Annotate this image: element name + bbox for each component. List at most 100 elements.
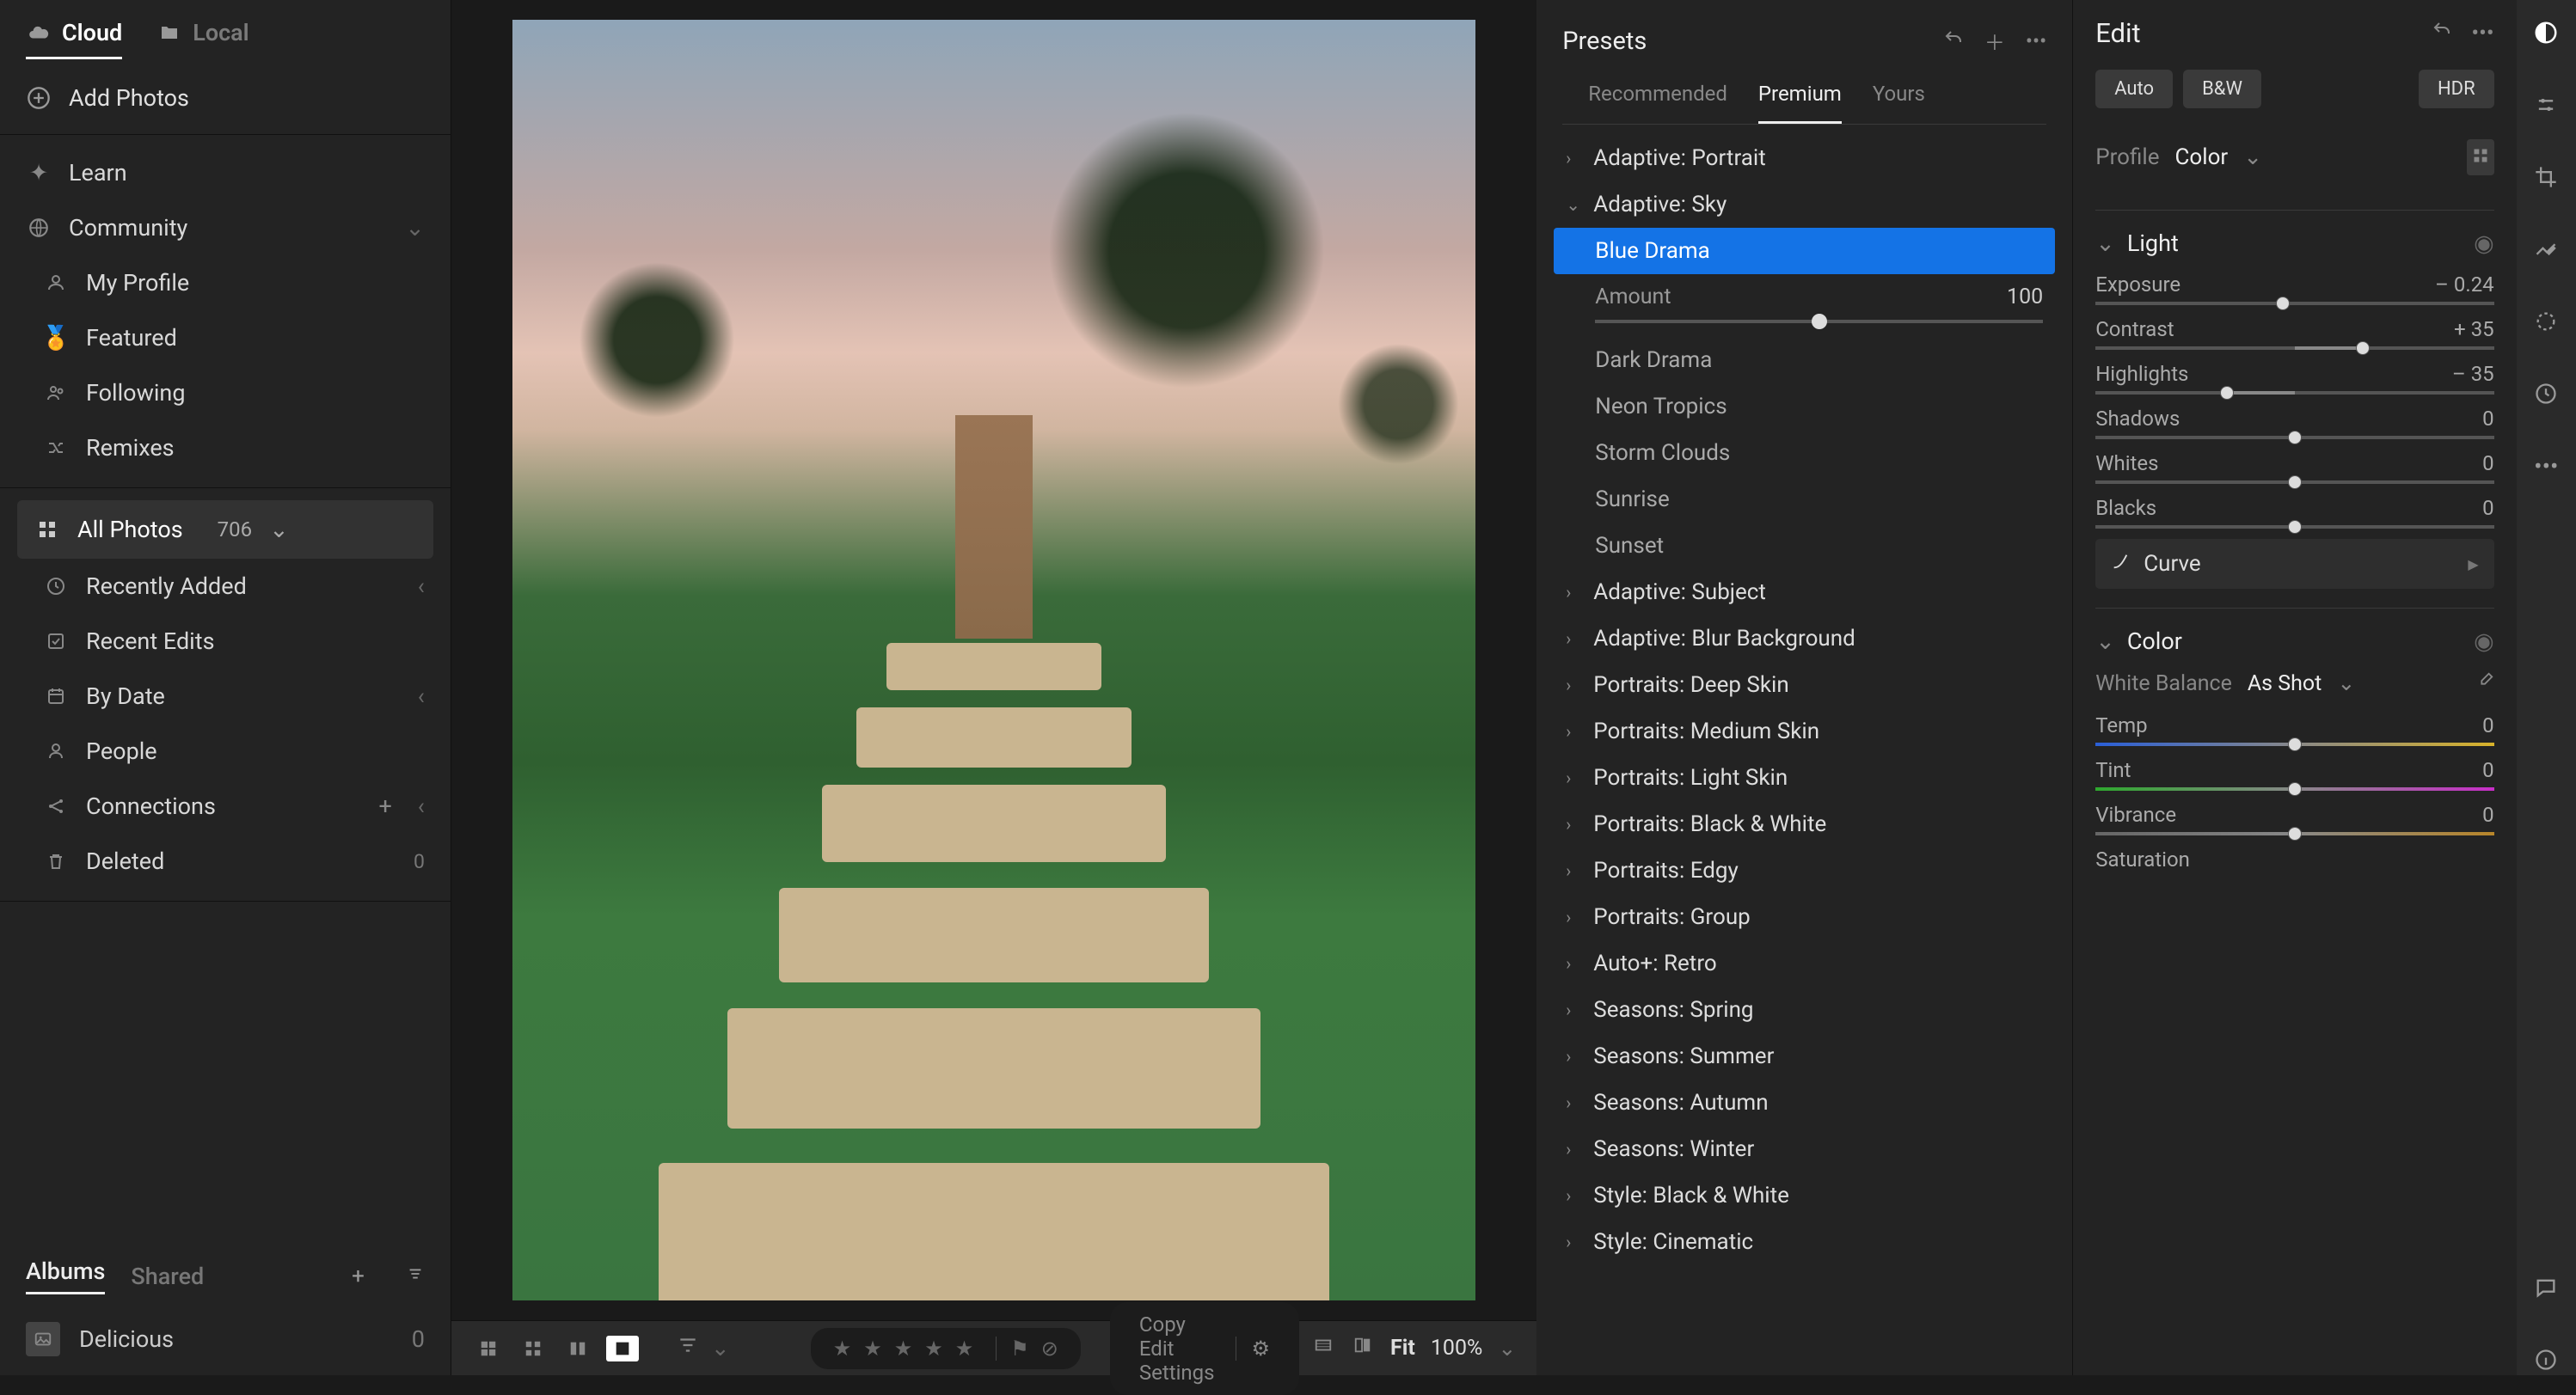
zoom-fit-label[interactable]: Fit <box>1390 1336 1415 1361</box>
white-balance-row[interactable]: White Balance As Shot ⌄ <box>2095 670 2493 696</box>
preset-group[interactable]: ⌄Adaptive: Sky <box>1554 181 2055 228</box>
nav-all-photos[interactable]: All Photos 706 ⌄ <box>17 500 433 559</box>
preset-group[interactable]: ›Style: Cinematic <box>1554 1219 2055 1265</box>
plus-icon[interactable]: ＋ <box>1984 26 2005 56</box>
nav-following[interactable]: Following <box>0 365 451 420</box>
view-square-icon[interactable] <box>517 1336 549 1361</box>
nav-deleted[interactable]: Deleted 0 <box>0 834 451 889</box>
preset-group[interactable]: ›Portraits: Deep Skin <box>1554 662 2055 708</box>
preset-group[interactable]: ›Seasons: Autumn <box>1554 1080 2055 1126</box>
profile-row[interactable]: Profile Color ⌄ <box>2095 139 2493 175</box>
add-album-icon[interactable]: + <box>352 1263 365 1289</box>
comment-icon[interactable] <box>2530 1272 2561 1303</box>
whites-slider[interactable] <box>2095 480 2493 484</box>
tab-shared[interactable]: Shared <box>131 1263 204 1290</box>
preset-group[interactable]: ›Portraits: Medium Skin <box>1554 708 2055 755</box>
nav-community[interactable]: Community ⌄ <box>0 200 451 255</box>
photo-canvas[interactable] <box>451 0 1536 1320</box>
undo-icon[interactable] <box>1943 28 1964 54</box>
preset-group[interactable]: ›Portraits: Group <box>1554 894 2055 940</box>
nav-featured[interactable]: 🏅 Featured <box>0 310 451 365</box>
preset-item[interactable]: Sunset <box>1554 523 2055 569</box>
temp-slider[interactable] <box>2095 743 2493 746</box>
color-header[interactable]: ⌄ Color ◉ <box>2095 627 2493 655</box>
star-icon[interactable]: ★ <box>833 1337 852 1361</box>
preset-group[interactable]: ›Seasons: Spring <box>1554 987 2055 1033</box>
nav-my-profile[interactable]: My Profile <box>0 255 451 310</box>
preset-group[interactable]: ›Seasons: Summer <box>1554 1033 2055 1080</box>
preset-group[interactable]: ›Adaptive: Portrait <box>1554 135 2055 181</box>
more-icon[interactable]: ••• <box>2530 450 2561 481</box>
preset-group[interactable]: ›Adaptive: Blur Background <box>1554 615 2055 662</box>
eyedropper-icon[interactable] <box>2475 671 2494 696</box>
star-icon[interactable]: ★ <box>955 1337 974 1361</box>
reject-icon[interactable]: ⊘ <box>1041 1337 1058 1361</box>
exposure-slider[interactable] <box>2095 302 2493 305</box>
preset-group[interactable]: ›Style: Black & White <box>1554 1172 2055 1219</box>
chevron-down-icon[interactable]: ⌄ <box>1498 1336 1516 1361</box>
auto-button[interactable]: Auto <box>2095 70 2173 108</box>
filmstrip-icon[interactable] <box>1311 1336 1335 1361</box>
filter-icon[interactable] <box>677 1334 699 1362</box>
more-icon[interactable]: ••• <box>2471 21 2493 46</box>
preset-group[interactable]: ›Portraits: Light Skin <box>1554 755 2055 801</box>
vibrance-slider[interactable] <box>2095 832 2493 835</box>
star-icon[interactable]: ★ <box>863 1337 882 1361</box>
preset-tab-yours[interactable]: Yours <box>1873 82 1925 124</box>
tint-slider[interactable] <box>2095 787 2493 791</box>
highlights-slider[interactable] <box>2095 391 2493 395</box>
contrast-slider[interactable] <box>2095 346 2493 350</box>
rating-filter[interactable]: ★ ★ ★ ★ ★ ⚑ ⊘ <box>811 1328 1081 1369</box>
preset-item[interactable]: Sunrise <box>1554 476 2055 523</box>
star-icon[interactable]: ★ <box>924 1337 943 1361</box>
hdr-button[interactable]: HDR <box>2419 70 2494 108</box>
plus-icon[interactable]: + <box>378 792 391 820</box>
nav-connections[interactable]: Connections + ‹ <box>0 779 451 834</box>
nav-recently-added[interactable]: Recently Added ‹ <box>0 559 451 614</box>
nav-remixes[interactable]: Remixes <box>0 420 451 475</box>
curve-button[interactable]: Curve ▶ <box>2095 539 2493 589</box>
eye-icon[interactable]: ◉ <box>2474 627 2494 655</box>
preset-group[interactable]: ›Seasons: Winter <box>1554 1126 2055 1172</box>
before-after-icon[interactable] <box>1351 1336 1375 1361</box>
versions-icon[interactable] <box>2530 378 2561 409</box>
nav-by-date[interactable]: By Date ‹ <box>0 669 451 724</box>
sort-icon[interactable] <box>406 1263 425 1289</box>
edit-tool-icon[interactable] <box>2530 17 2561 48</box>
nav-recent-edits[interactable]: Recent Edits <box>0 614 451 669</box>
profile-browser-icon[interactable] <box>2467 139 2494 175</box>
more-icon[interactable]: ••• <box>2026 29 2046 53</box>
view-compare-icon[interactable] <box>561 1336 594 1361</box>
sliders-icon[interactable] <box>2530 89 2561 120</box>
preset-group[interactable]: ›Adaptive: Subject <box>1554 569 2055 615</box>
preset-item[interactable]: Dark Drama <box>1554 337 2055 383</box>
shadows-slider[interactable] <box>2095 436 2493 439</box>
light-header[interactable]: ⌄ Light ◉ <box>2095 229 2493 257</box>
masking-icon[interactable] <box>2530 306 2561 337</box>
preset-tab-recommended[interactable]: Recommended <box>1588 82 1727 124</box>
info-icon[interactable] <box>2530 1344 2561 1375</box>
eye-icon[interactable]: ◉ <box>2474 229 2494 257</box>
preset-group[interactable]: ›Portraits: Edgy <box>1554 847 2055 894</box>
nav-learn[interactable]: ✦ Learn <box>0 145 451 200</box>
view-grid-icon[interactable] <box>472 1336 505 1361</box>
preset-tab-premium[interactable]: Premium <box>1758 82 1842 124</box>
gear-icon[interactable]: ⚙ <box>1236 1337 1271 1361</box>
preset-blue-drama[interactable]: Blue Drama <box>1554 228 2055 274</box>
blacks-slider[interactable] <box>2095 525 2493 529</box>
copy-edit-settings-button[interactable]: Copy Edit Settings ⚙ <box>1110 1302 1299 1395</box>
flag-icon[interactable]: ⚑ <box>996 1337 1029 1361</box>
add-photos-button[interactable]: Add Photos <box>0 62 451 135</box>
preset-group[interactable]: ›Portraits: Black & White <box>1554 801 2055 847</box>
amount-slider[interactable] <box>1595 320 2043 323</box>
preset-item[interactable]: Neon Tropics <box>1554 383 2055 430</box>
undo-icon[interactable] <box>2432 20 2452 46</box>
preset-item[interactable]: Storm Clouds <box>1554 430 2055 476</box>
preset-group[interactable]: ›Auto+: Retro <box>1554 940 2055 987</box>
tab-cloud[interactable]: Cloud <box>26 19 122 59</box>
crop-icon[interactable] <box>2530 162 2561 193</box>
star-icon[interactable]: ★ <box>894 1337 913 1361</box>
healing-icon[interactable] <box>2530 234 2561 265</box>
nav-people[interactable]: People <box>0 724 451 779</box>
bw-button[interactable]: B&W <box>2183 70 2261 108</box>
